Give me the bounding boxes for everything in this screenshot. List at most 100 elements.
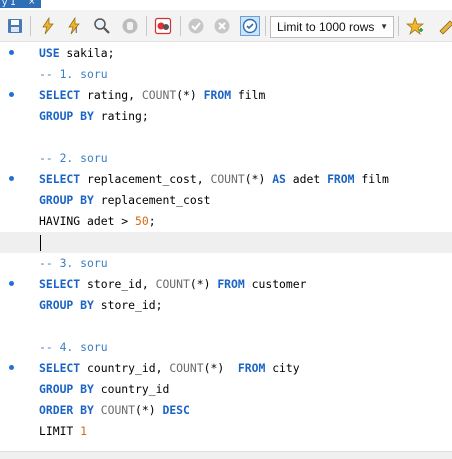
code-token: COUNT (100, 403, 136, 417)
code-line[interactable]: GROUP BY rating; (0, 106, 452, 127)
toolbar-separator (30, 16, 31, 36)
code-text: GROUP BY country_id (39, 379, 169, 400)
code-line[interactable] (0, 127, 452, 148)
code-token: -- 2. soru (39, 151, 108, 165)
code-text: -- 4. soru (39, 337, 108, 358)
code-line[interactable]: -- 1. soru (0, 64, 452, 85)
code-token: -- 4. soru (39, 340, 108, 354)
code-token: GROUP BY (39, 193, 94, 207)
horizontal-scrollbar[interactable] (0, 451, 452, 459)
code-token: USE (39, 46, 60, 60)
code-token: (*) (176, 88, 204, 102)
code-line[interactable] (0, 316, 452, 337)
code-token: FROM (327, 172, 355, 186)
save-icon[interactable] (5, 16, 25, 36)
code-token: FROM (203, 88, 232, 102)
limit-rows-value: Limit to 1000 rows (277, 20, 375, 34)
snippet-pen-icon[interactable] (436, 16, 452, 36)
code-text: HAVING adet > 50; (39, 211, 156, 232)
code-token: SELECT (39, 172, 81, 186)
text-caret (40, 235, 41, 251)
code-token: ; (148, 214, 156, 228)
code-token: rating, (80, 88, 142, 102)
code-line[interactable]: SELECT rating, COUNT(*) FROM film (0, 85, 452, 106)
svg-text:I: I (75, 26, 77, 35)
code-line[interactable] (0, 232, 452, 253)
rollback-x-icon[interactable] (212, 16, 232, 36)
code-token: store_id; (93, 298, 163, 312)
code-text: USE sakila; (39, 43, 114, 64)
code-token: store_id, (80, 277, 156, 291)
editor-tab-label: y 1 (2, 0, 16, 8)
code-line[interactable]: ORDER BY COUNT(*) DESC (0, 400, 452, 421)
code-text: SELECT country_id, COUNT(*) FROM city (39, 358, 300, 379)
code-token: FROM (237, 361, 266, 375)
code-token: COUNT (141, 88, 177, 102)
statement-marker-icon (9, 365, 14, 370)
code-text: -- 3. soru (39, 253, 108, 274)
code-token: country_id, (80, 361, 170, 375)
code-text: SELECT rating, COUNT(*) FROM film (39, 85, 265, 106)
code-text: SELECT replacement_cost, COUNT(*) AS ade… (39, 169, 389, 190)
code-text: GROUP BY replacement_cost (39, 190, 210, 211)
code-token: SELECT (39, 88, 81, 102)
code-text: -- 2. soru (39, 148, 108, 169)
code-text: GROUP BY store_id; (39, 295, 162, 316)
code-line[interactable]: LIMIT 1 (0, 421, 452, 442)
statement-marker-icon (9, 92, 14, 97)
statement-marker-icon (9, 50, 14, 55)
toolbar-separator (265, 16, 266, 36)
code-line[interactable]: GROUP BY store_id; (0, 295, 452, 316)
code-line[interactable]: -- 3. soru (0, 253, 452, 274)
code-line[interactable]: -- 4. soru (0, 337, 452, 358)
code-line[interactable]: -- 2. soru (0, 148, 452, 169)
code-token: SELECT (39, 277, 81, 291)
code-token: film (354, 172, 389, 186)
tab-close-icon[interactable]: × (28, 0, 36, 7)
code-line[interactable]: HAVING adet > 50; (0, 211, 452, 232)
code-line[interactable]: SELECT country_id, COUNT(*) FROM city (0, 358, 452, 379)
code-token: DESC (162, 403, 190, 417)
code-text: ORDER BY COUNT(*) DESC (39, 400, 190, 421)
autocommit-toggle-icon[interactable] (240, 16, 260, 36)
sql-editor[interactable]: USE sakila; -- 1. soru SELECT rating, COUN… (0, 42, 452, 451)
editor-tab[interactable]: y 1 × (0, 0, 41, 8)
code-token: HAVING adet > (39, 214, 136, 228)
code-text: GROUP BY rating; (39, 106, 149, 127)
code-line[interactable]: GROUP BY replacement_cost (0, 190, 452, 211)
code-text: SELECT store_id, COUNT(*) FROM customer (39, 274, 307, 295)
code-token: 1 (80, 424, 88, 438)
explain-magnifier-icon[interactable] (92, 16, 112, 36)
code-token: FROM (217, 277, 245, 291)
code-token: rating; (93, 109, 149, 123)
code-token: 50 (135, 214, 149, 228)
execute-lightning-icon[interactable] (38, 16, 58, 36)
code-token: (*) (135, 403, 163, 417)
code-line[interactable]: GROUP BY country_id (0, 379, 452, 400)
chevron-down-icon: ▼ (380, 22, 388, 31)
code-token: replacement_cost, (80, 172, 211, 186)
code-token: sakila; (59, 46, 115, 60)
code-token: LIMIT (39, 424, 81, 438)
code-token: -- 3. soru (39, 256, 108, 270)
code-line[interactable]: SELECT store_id, COUNT(*) FROM customer (0, 274, 452, 295)
code-token: customer (244, 277, 307, 291)
code-token: -- 1. soru (39, 67, 108, 81)
beautify-star-icon[interactable] (405, 16, 425, 36)
code-token: COUNT (155, 277, 190, 291)
stop-on-error-icon[interactable] (153, 16, 173, 36)
code-line[interactable]: SELECT replacement_cost, COUNT(*) AS ade… (0, 169, 452, 190)
commit-check-icon[interactable] (186, 16, 206, 36)
limit-rows-select[interactable]: Limit to 1000 rows ▼ (270, 16, 394, 38)
editor-tab-strip: y 1 × (0, 0, 452, 10)
code-token: GROUP BY (39, 109, 94, 123)
code-token: SELECT (39, 361, 81, 375)
code-token: COUNT (169, 361, 204, 375)
execute-current-icon[interactable]: I (64, 16, 84, 36)
stop-hand-icon[interactable] (120, 16, 140, 36)
code-token: adet (285, 172, 328, 186)
code-line[interactable]: USE sakila; (0, 43, 452, 64)
code-token: AS (272, 172, 286, 186)
code-token: ORDER BY (39, 403, 94, 417)
